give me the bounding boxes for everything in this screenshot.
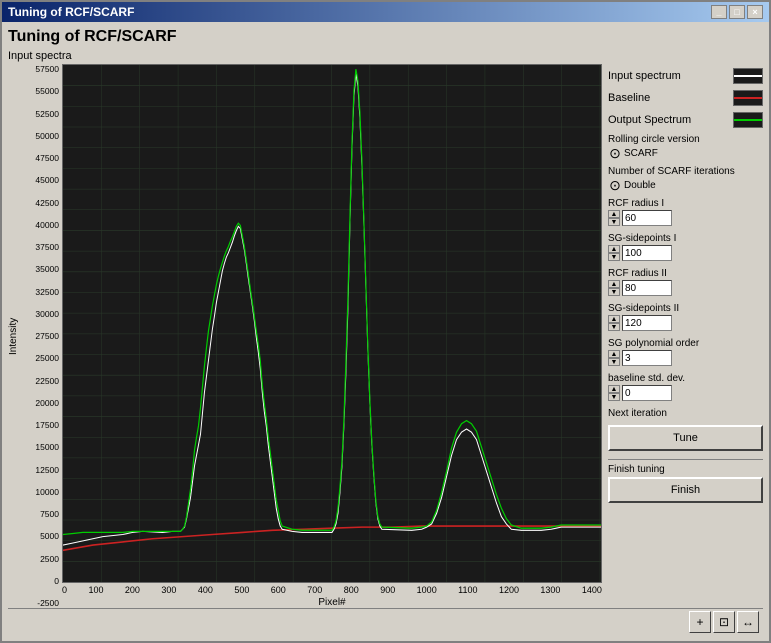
rolling-circle-value: SCARF xyxy=(624,148,658,159)
x-axis-label: Pixel# xyxy=(62,597,602,608)
y-tick-labels: 57500 55000 52500 50000 47500 45000 4250… xyxy=(22,64,62,608)
scarf-iterations-group: Number of SCARF iterations ⊙ Double xyxy=(608,166,763,192)
rcf-radius-i-spinner[interactable]: ▲ ▼ xyxy=(608,210,620,226)
legend-output-spectrum: Output Spectrum xyxy=(608,112,763,128)
zoom-in-button[interactable]: + xyxy=(689,611,711,633)
sg-sidepoints-ii-input[interactable] xyxy=(622,315,672,331)
titlebar-buttons: _ □ × xyxy=(711,5,763,19)
rcf-radius-i-up[interactable]: ▲ xyxy=(608,210,620,218)
finish-section: Finish tuning Finish xyxy=(608,459,763,503)
sg-sidepoints-i-spinner[interactable]: ▲ ▼ xyxy=(608,245,620,261)
sg-sidepoints-i-down[interactable]: ▼ xyxy=(608,253,620,261)
chart-input-label: Input spectra xyxy=(8,50,602,62)
finish-tuning-label: Finish tuning xyxy=(608,464,763,475)
close-button[interactable]: × xyxy=(747,5,763,19)
baseline-std-label: baseline std. dev. xyxy=(608,373,763,384)
title-text: Tuning of RCF/SCARF xyxy=(8,5,134,19)
x-axis-ticks: 0 100 200 300 400 500 600 700 800 900 10… xyxy=(62,583,602,595)
rolling-circle-label: Rolling circle version xyxy=(608,134,763,145)
bottom-toolbar: + ⊡ ↔ xyxy=(8,608,763,635)
minimize-button[interactable]: _ xyxy=(711,5,727,19)
sg-sidepoints-i-group: SG-sidepoints I ▲ ▼ xyxy=(608,233,763,261)
sg-sidepoints-ii-row: ▲ ▼ xyxy=(608,315,763,331)
scarf-iterations-value: Double xyxy=(624,180,656,191)
page-title: Tuning of RCF/SCARF xyxy=(8,28,763,46)
sg-sidepoints-ii-down[interactable]: ▼ xyxy=(608,323,620,331)
sg-poly-order-spinner[interactable]: ▲ ▼ xyxy=(608,350,620,366)
sg-sidepoints-ii-up[interactable]: ▲ xyxy=(608,315,620,323)
legend-input-icon xyxy=(733,68,763,84)
main-area: Input spectra Intensity 57500 55000 5250… xyxy=(8,50,763,608)
rolling-circle-group: Rolling circle version ⊙ SCARF xyxy=(608,134,763,160)
baseline-std-up[interactable]: ▲ xyxy=(608,385,620,393)
chart-panel: Input spectra Intensity 57500 55000 5250… xyxy=(8,50,602,608)
baseline-std-spinner[interactable]: ▲ ▼ xyxy=(608,385,620,401)
sg-poly-order-label: SG polynomial order xyxy=(608,338,763,349)
baseline-std-down[interactable]: ▼ xyxy=(608,393,620,401)
scarf-iterations-radio[interactable]: ⊙ xyxy=(608,178,622,192)
chart-area: 0 100 200 300 400 500 600 700 800 900 10… xyxy=(62,64,602,608)
titlebar: Tuning of RCF/SCARF _ □ × xyxy=(2,2,769,22)
zoom-in-icon: + xyxy=(696,615,703,629)
y-axis-label: Intensity xyxy=(8,64,22,608)
rolling-circle-radio[interactable]: ⊙ xyxy=(608,146,622,160)
sg-sidepoints-i-input[interactable] xyxy=(622,245,672,261)
legend-input-spectrum: Input spectrum xyxy=(608,68,763,84)
rcf-radius-i-row: ▲ ▼ xyxy=(608,210,763,226)
zoom-out-icon: ⊡ xyxy=(719,615,729,629)
finish-button[interactable]: Finish xyxy=(608,477,763,503)
rcf-radius-ii-label: RCF radius II xyxy=(608,268,763,279)
sg-sidepoints-i-row: ▲ ▼ xyxy=(608,245,763,261)
maximize-button[interactable]: □ xyxy=(729,5,745,19)
legend-baseline-label: Baseline xyxy=(608,92,650,104)
chart-svg-container[interactable] xyxy=(62,64,602,583)
sg-poly-order-down[interactable]: ▼ xyxy=(608,358,620,366)
legend-baseline-icon xyxy=(733,90,763,106)
scarf-iterations-row: ⊙ Double xyxy=(608,178,763,192)
main-window: Tuning of RCF/SCARF _ □ × Tuning of RCF/… xyxy=(0,0,771,643)
sg-sidepoints-i-label: SG-sidepoints I xyxy=(608,233,763,244)
sg-sidepoints-i-up[interactable]: ▲ xyxy=(608,245,620,253)
rcf-radius-ii-spinner[interactable]: ▲ ▼ xyxy=(608,280,620,296)
baseline-std-row: ▲ ▼ xyxy=(608,385,763,401)
sg-poly-order-input[interactable] xyxy=(622,350,672,366)
baseline-std-group: baseline std. dev. ▲ ▼ xyxy=(608,373,763,401)
zoom-out-button[interactable]: ⊡ xyxy=(713,611,735,633)
rcf-radius-ii-input[interactable] xyxy=(622,280,672,296)
legend-baseline: Baseline xyxy=(608,90,763,106)
sg-poly-order-row: ▲ ▼ xyxy=(608,350,763,366)
right-panel: Input spectrum Baseline Output Spectrum xyxy=(608,50,763,608)
sg-sidepoints-ii-label: SG-sidepoints II xyxy=(608,303,763,314)
next-iteration-label: Next iteration xyxy=(608,408,763,419)
rcf-radius-ii-down[interactable]: ▼ xyxy=(608,288,620,296)
window-content: Tuning of RCF/SCARF Input spectra Intens… xyxy=(2,22,769,641)
legend-input-label: Input spectrum xyxy=(608,70,681,82)
sg-sidepoints-ii-spinner[interactable]: ▲ ▼ xyxy=(608,315,620,331)
rcf-radius-i-down[interactable]: ▼ xyxy=(608,218,620,226)
rolling-circle-row: ⊙ SCARF xyxy=(608,146,763,160)
chart-wrapper: Intensity 57500 55000 52500 50000 47500 … xyxy=(8,64,602,608)
sg-sidepoints-ii-group: SG-sidepoints II ▲ ▼ xyxy=(608,303,763,331)
rcf-radius-ii-group: RCF radius II ▲ ▼ xyxy=(608,268,763,296)
sg-poly-order-up[interactable]: ▲ xyxy=(608,350,620,358)
baseline-std-input[interactable] xyxy=(622,385,672,401)
pan-icon: ↔ xyxy=(742,615,754,629)
tune-button[interactable]: Tune xyxy=(608,425,763,451)
pan-button[interactable]: ↔ xyxy=(737,611,759,633)
legend-output-label: Output Spectrum xyxy=(608,114,691,126)
rcf-radius-i-group: RCF radius I ▲ ▼ xyxy=(608,198,763,226)
rcf-radius-i-input[interactable] xyxy=(622,210,672,226)
legend-output-icon xyxy=(733,112,763,128)
rcf-radius-i-label: RCF radius I xyxy=(608,198,763,209)
rcf-radius-ii-up[interactable]: ▲ xyxy=(608,280,620,288)
scarf-iterations-label: Number of SCARF iterations xyxy=(608,166,763,177)
rcf-radius-ii-row: ▲ ▼ xyxy=(608,280,763,296)
sg-poly-order-group: SG polynomial order ▲ ▼ xyxy=(608,338,763,366)
